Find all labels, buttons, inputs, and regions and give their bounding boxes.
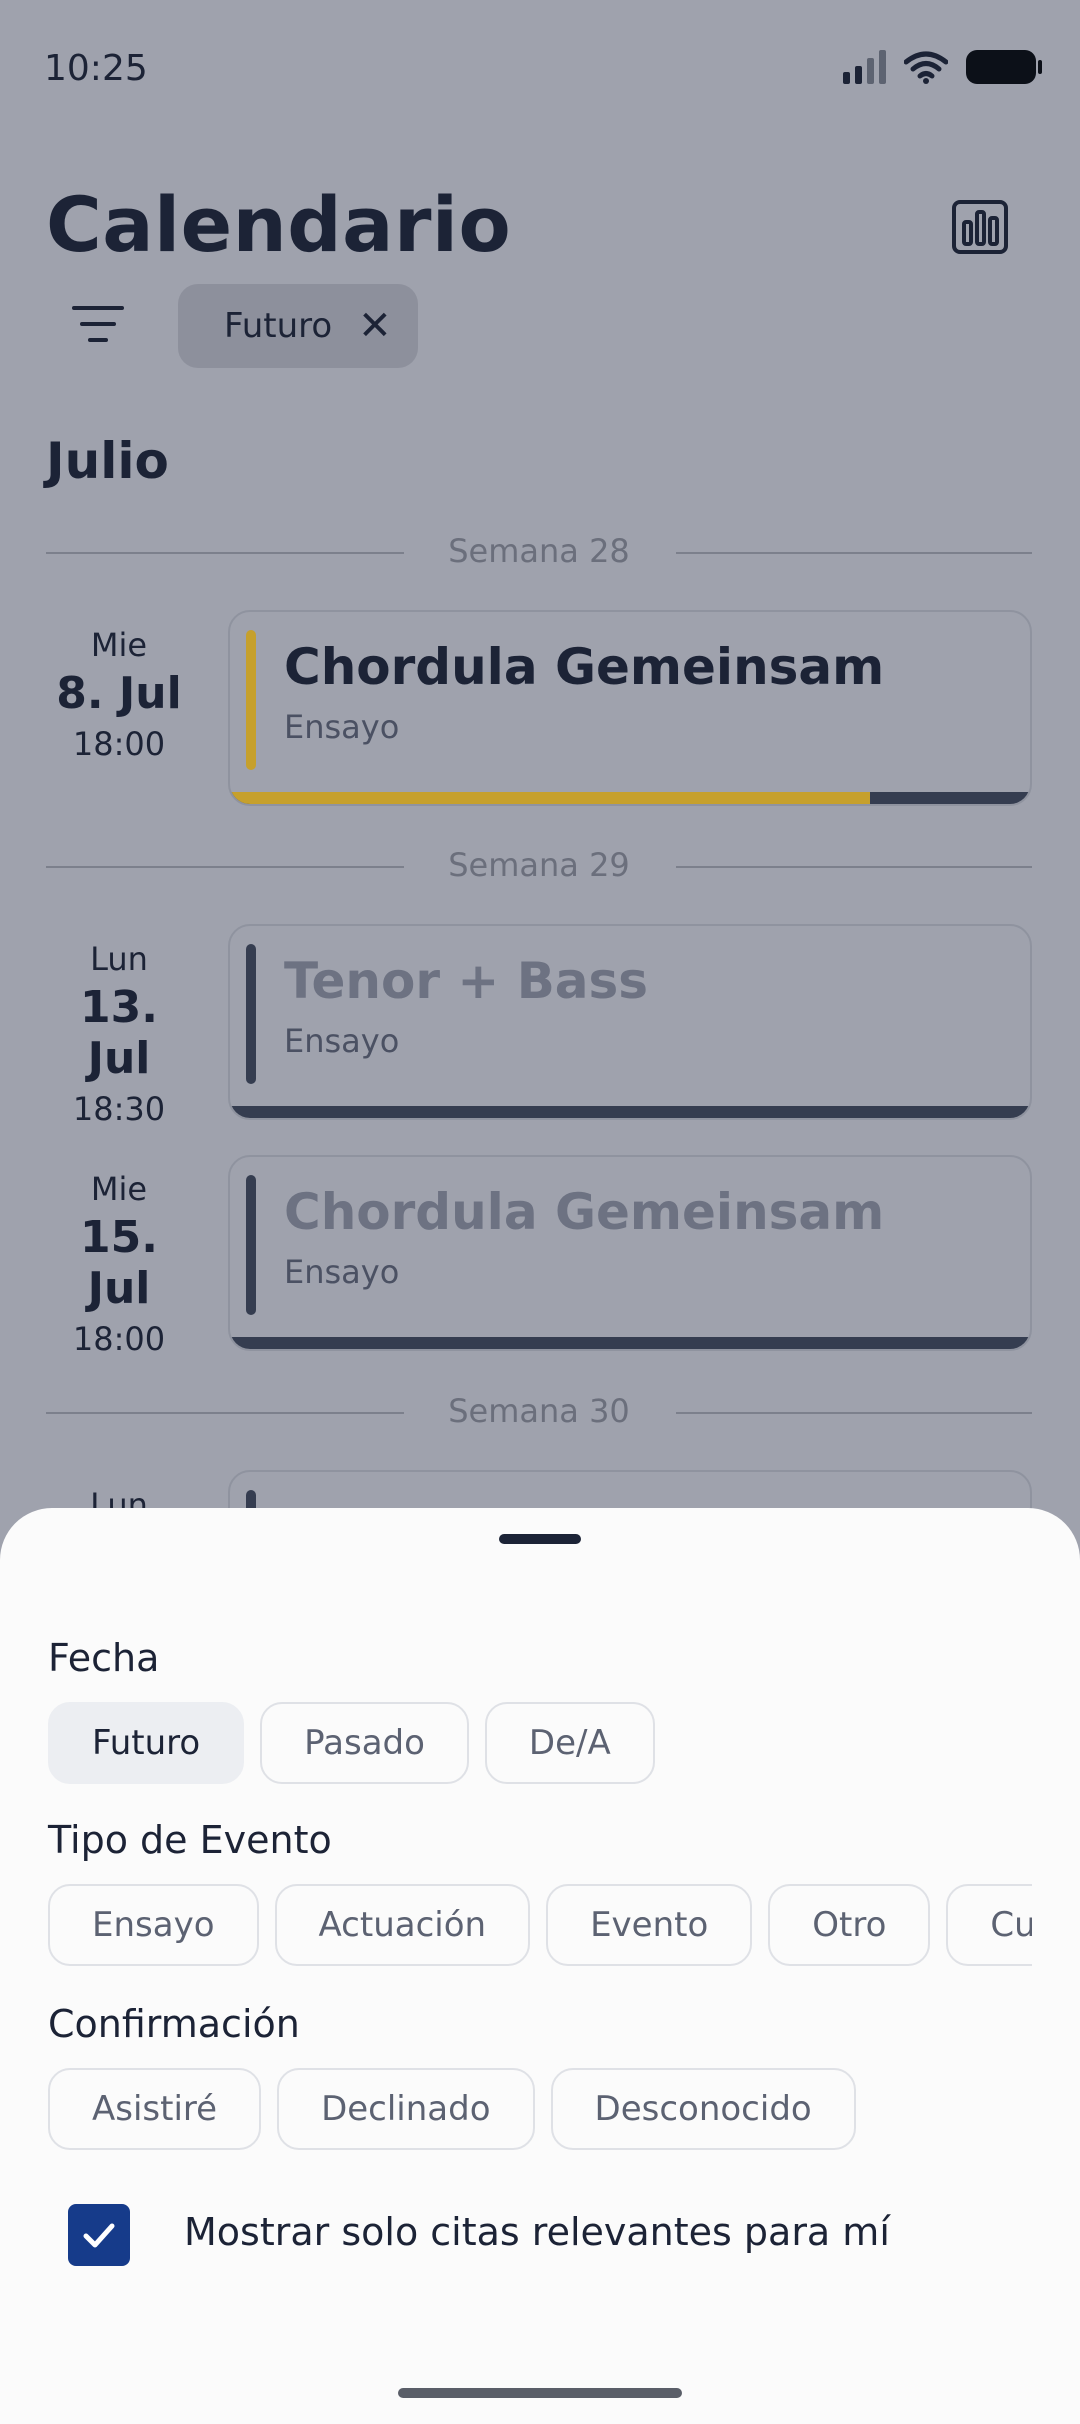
- week-separator: Semana 28: [46, 532, 1032, 572]
- event-title: Chordula Gemeinsam: [284, 638, 885, 696]
- event-weekday: Lun: [90, 940, 148, 978]
- event-weekday: Mie: [90, 626, 148, 664]
- active-filter-chip[interactable]: Futuro ✕: [178, 284, 418, 368]
- chip-date-past[interactable]: Pasado: [260, 1702, 469, 1784]
- week-label: Semana 30: [448, 1392, 630, 1430]
- event-accent-bar: [246, 1175, 256, 1315]
- month-heading: Julio: [46, 432, 169, 490]
- date-chip-row: Futuro Pasado De/A: [48, 1702, 1032, 1786]
- event-type-section-label: Tipo de Evento: [48, 1818, 332, 1862]
- page-title: Calendario: [46, 180, 512, 269]
- chip-confirm-attend[interactable]: Asistiré: [48, 2068, 262, 2150]
- week-label: Semana 28: [448, 532, 630, 570]
- stats-icon[interactable]: [950, 196, 1010, 256]
- event-card[interactable]: Chordula Gemeinsam Ensayo: [228, 610, 1032, 806]
- chip-type-evento[interactable]: Evento: [546, 1884, 753, 1966]
- chip-type-otro[interactable]: Otro: [768, 1884, 931, 1966]
- sheet-drag-handle[interactable]: [499, 1534, 581, 1544]
- event-type: Ensayo: [284, 1253, 400, 1291]
- chip-type-actuacion[interactable]: Actuación: [274, 1884, 531, 1966]
- event-time: 18:30: [72, 1090, 166, 1128]
- relevant-only-label[interactable]: Mostrar solo citas relevantes para mí: [184, 2210, 890, 2254]
- event-type-chip-row[interactable]: EnsayoActuaciónEventoOtroCumpleaños: [48, 1884, 1032, 1968]
- event-day: 13. Jul: [80, 982, 158, 1084]
- active-filter-label: Futuro: [224, 306, 333, 346]
- wifi-icon: [904, 51, 948, 84]
- event-card[interactable]: Chordula Gemeinsam Ensayo: [228, 1155, 1032, 1351]
- event-progress: [230, 1106, 1030, 1118]
- event-date: Lun 13. Jul 18:30: [46, 940, 192, 1128]
- filter-icon[interactable]: [70, 302, 126, 348]
- event-type: Ensayo: [284, 708, 400, 746]
- event-date: Mie 8. Jul 18:00: [46, 626, 192, 763]
- week-separator: Semana 29: [46, 846, 1032, 886]
- chip-date-future[interactable]: Futuro: [48, 1702, 245, 1784]
- confirmation-section-label: Confirmación: [48, 2002, 300, 2046]
- event-accent-bar: [246, 630, 256, 770]
- week-label: Semana 29: [448, 846, 630, 884]
- event-title: Chordula Gemeinsam: [284, 1183, 885, 1241]
- confirmation-chip-row: Asistiré Declinado Desconocido: [48, 2068, 1032, 2152]
- relevant-only-checkbox[interactable]: [68, 2204, 130, 2266]
- event-accent-bar: [246, 944, 256, 1084]
- event-day: 8. Jul: [56, 668, 182, 719]
- chip-confirm-declined[interactable]: Declinado: [277, 2068, 535, 2150]
- status-time: 10:25: [44, 48, 148, 89]
- event-type: Ensayo: [284, 1022, 400, 1060]
- event-time: 18:00: [72, 725, 166, 763]
- status-icons: [843, 50, 1042, 84]
- chip-type-cumpleanos[interactable]: Cumpleaños: [946, 1884, 1032, 1966]
- event-time: 18:00: [72, 1320, 166, 1358]
- chip-date-range[interactable]: De/A: [484, 1702, 655, 1784]
- status-bar: 10:25: [0, 0, 1080, 140]
- event-title: Tenor + Bass: [284, 952, 649, 1010]
- chip-type-ensayo[interactable]: Ensayo: [48, 1884, 259, 1966]
- event-progress: [230, 1337, 1030, 1349]
- event-card[interactable]: Tenor + Bass Ensayo: [228, 924, 1032, 1120]
- filter-sheet: Fecha Futuro Pasado De/A Tipo de Evento En…: [0, 1508, 1080, 2424]
- date-section-label: Fecha: [48, 1636, 160, 1680]
- chip-confirm-unknown[interactable]: Desconocido: [550, 2068, 856, 2150]
- battery-icon: [966, 50, 1042, 84]
- home-indicator: [398, 2388, 682, 2398]
- event-progress-fill: [230, 792, 870, 804]
- event-weekday: Mie: [90, 1170, 148, 1208]
- event-day: 15. Jul: [80, 1212, 158, 1314]
- close-icon[interactable]: ✕: [358, 306, 392, 346]
- event-date: Mie 15. Jul 18:00: [46, 1170, 192, 1358]
- check-icon: [83, 2223, 115, 2248]
- signal-icon: [843, 50, 886, 84]
- week-separator: Semana 30: [46, 1392, 1032, 1432]
- event-progress: [230, 792, 1030, 804]
